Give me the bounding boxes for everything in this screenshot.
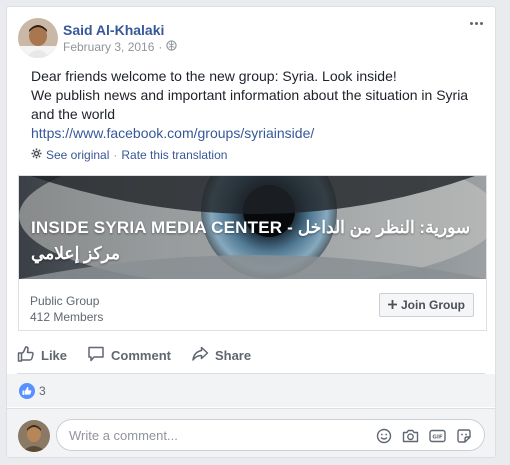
commenter-avatar — [18, 420, 50, 452]
group-cover-image[interactable]: INSIDE SYRIA MEDIA CENTER - سورية: النظر… — [19, 176, 486, 279]
post-text: Dear friends welcome to the new group: S… — [31, 67, 481, 143]
share-icon — [191, 345, 209, 366]
thumbs-up-icon — [17, 345, 35, 366]
translation-separator: · — [113, 148, 118, 162]
plus-icon — [388, 298, 397, 312]
join-group-label: Join Group — [401, 298, 465, 312]
comment-icon — [87, 345, 105, 366]
rate-translation-link[interactable]: Rate this translation — [121, 148, 227, 162]
see-original-link[interactable]: See original — [46, 148, 109, 162]
smiley-icon[interactable] — [376, 428, 392, 447]
post-meta: February 3, 2016 · — [63, 40, 178, 54]
sticker-icon[interactable] — [456, 428, 472, 447]
like-label: Like — [41, 347, 68, 363]
post-text-line1: Dear friends welcome to the new group: S… — [31, 68, 397, 84]
comment-button[interactable]: Comment — [87, 345, 171, 366]
meta-separator: · — [158, 40, 163, 54]
post-text-line2: We publish news and important informatio… — [31, 87, 469, 122]
like-reaction-icon — [19, 382, 35, 399]
author-name[interactable]: Said Al-Khalaki — [63, 22, 164, 38]
composer-icons: GIF — [376, 428, 472, 447]
post-date[interactable]: February 3, 2016 — [63, 40, 154, 54]
more-options-icon[interactable] — [467, 17, 485, 29]
cover-title-line1: INSIDE SYRIA MEDIA CENTER - سورية: النظر… — [31, 218, 471, 237]
svg-text:GIF: GIF — [432, 435, 443, 441]
comment-placeholder: Write a comment... — [69, 427, 178, 443]
share-button[interactable]: Share — [191, 345, 251, 366]
globe-icon — [166, 40, 178, 54]
camera-icon[interactable] — [402, 428, 419, 447]
gif-icon[interactable]: GIF — [429, 428, 446, 447]
comment-input[interactable]: Write a comment... GIF — [56, 419, 485, 451]
gear-icon — [31, 148, 42, 162]
translation-bar: See original · Rate this translation — [31, 148, 227, 162]
reactions-summary[interactable]: 3 — [7, 374, 495, 407]
author-avatar[interactable] — [18, 18, 58, 58]
group-attachment[interactable]: INSIDE SYRIA MEDIA CENTER - سورية: النظر… — [18, 175, 487, 331]
post-link[interactable]: https://www.facebook.com/groups/syriains… — [31, 124, 481, 143]
comment-composer: Write a comment... GIF — [7, 408, 495, 457]
like-button[interactable]: Like — [17, 345, 67, 366]
reaction-count[interactable]: 3 — [39, 384, 46, 398]
join-group-button[interactable]: Join Group — [379, 293, 474, 317]
group-type: Public Group — [30, 294, 100, 308]
comment-label: Comment — [111, 347, 171, 363]
post-actions: Like Comment Share — [7, 338, 495, 372]
group-members: 412 Members — [30, 310, 104, 324]
cover-title-line2: مركز إعلامي — [31, 244, 120, 263]
share-label: Share — [214, 347, 252, 363]
post-card: Said Al-Khalaki February 3, 2016 · Dear … — [6, 6, 496, 458]
